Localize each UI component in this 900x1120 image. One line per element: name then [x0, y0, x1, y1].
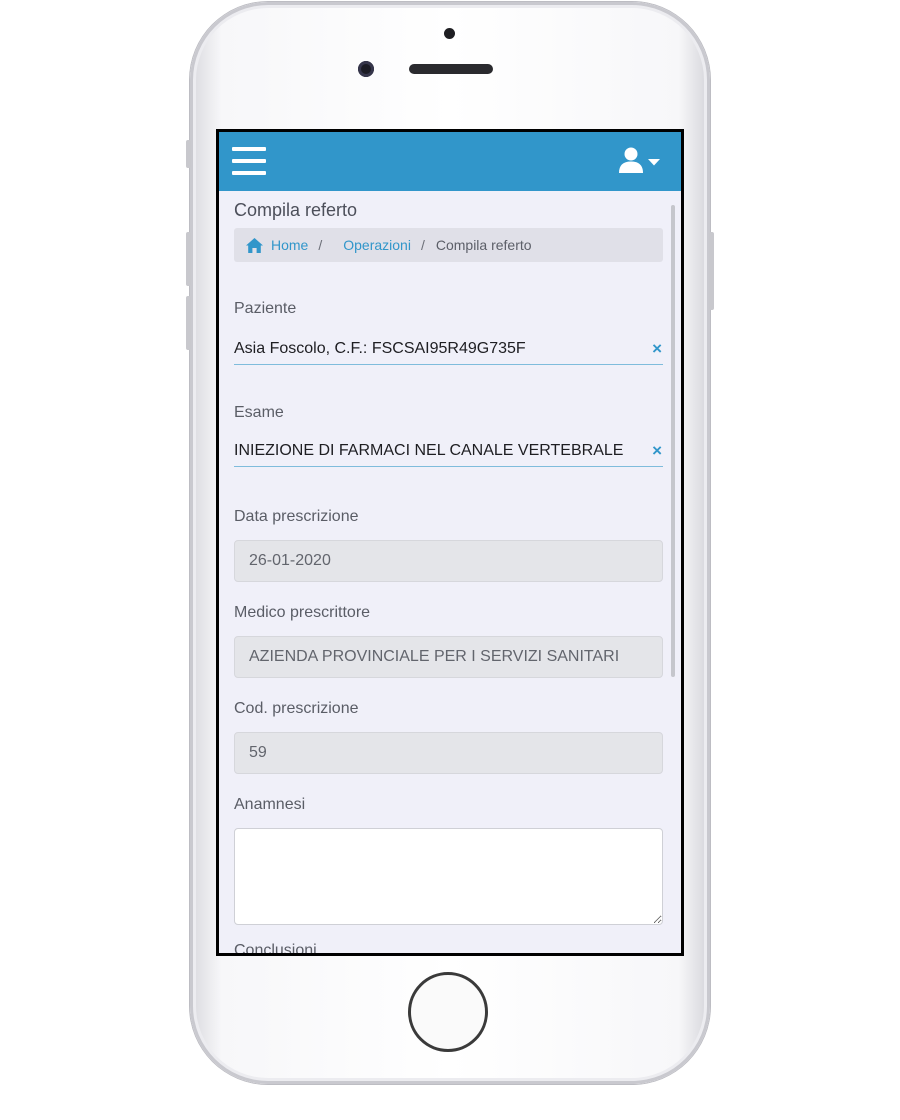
esame-value: INIEZIONE DI FARMACI NEL CANALE VERTEBRA… [234, 442, 624, 459]
mute-switch [186, 140, 191, 168]
data-prescrizione-label: Data prescrizione [234, 508, 359, 525]
app-viewport: Compila referto Home / Operazioni / Comp… [219, 132, 681, 953]
paziente-select[interactable]: Asia Foscolo, C.F.: FSCSAI95R49G735F × [234, 334, 663, 365]
medico-prescrittore-label: Medico prescrittore [234, 604, 371, 621]
paziente-label: Paziente [234, 300, 297, 317]
breadcrumb-current: Compila referto [435, 237, 532, 253]
data-prescrizione-field: 26-01-2020 [234, 540, 663, 582]
volume-down-button [186, 296, 191, 350]
caret-down-icon [648, 159, 660, 166]
scrollbar[interactable] [671, 205, 675, 677]
user-menu-button[interactable] [619, 146, 665, 178]
top-navbar [219, 132, 681, 191]
esame-clear-icon[interactable]: × [652, 441, 662, 461]
anamnesi-textarea[interactable] [234, 828, 663, 925]
paziente-value: Asia Foscolo, C.F.: FSCSAI95R49G735F [234, 340, 526, 357]
user-icon [619, 147, 643, 173]
esame-select[interactable]: INIEZIONE DI FARMACI NEL CANALE VERTEBRA… [234, 436, 663, 467]
page-title: Compila referto [234, 200, 358, 220]
power-button [709, 232, 714, 310]
home-button[interactable] [408, 972, 488, 1052]
home-icon[interactable] [246, 237, 263, 253]
conclusioni-label: Conclusioni [234, 942, 317, 953]
anamnesi-label: Anamnesi [234, 796, 306, 813]
proximity-sensor [444, 28, 455, 39]
breadcrumb: Home / Operazioni / Compila referto [234, 228, 663, 262]
breadcrumb-home-link[interactable]: Home [271, 237, 308, 253]
medico-prescrittore-field: AZIENDA PROVINCIALE PER I SERVIZI SANITA… [234, 636, 663, 678]
breadcrumb-separator: / [318, 237, 323, 253]
breadcrumb-separator: / [420, 237, 425, 253]
phone-screen: Compila referto Home / Operazioni / Comp… [216, 129, 684, 956]
front-camera [358, 61, 374, 77]
cod-prescrizione-label: Cod. prescrizione [234, 700, 359, 717]
volume-up-button [186, 232, 191, 286]
esame-label: Esame [234, 404, 284, 421]
paziente-clear-icon[interactable]: × [652, 339, 662, 359]
breadcrumb-operazioni-link[interactable]: Operazioni [343, 237, 411, 253]
earpiece-speaker [409, 64, 493, 74]
hamburger-icon[interactable] [232, 145, 266, 177]
cod-prescrizione-field: 59 [234, 732, 663, 774]
